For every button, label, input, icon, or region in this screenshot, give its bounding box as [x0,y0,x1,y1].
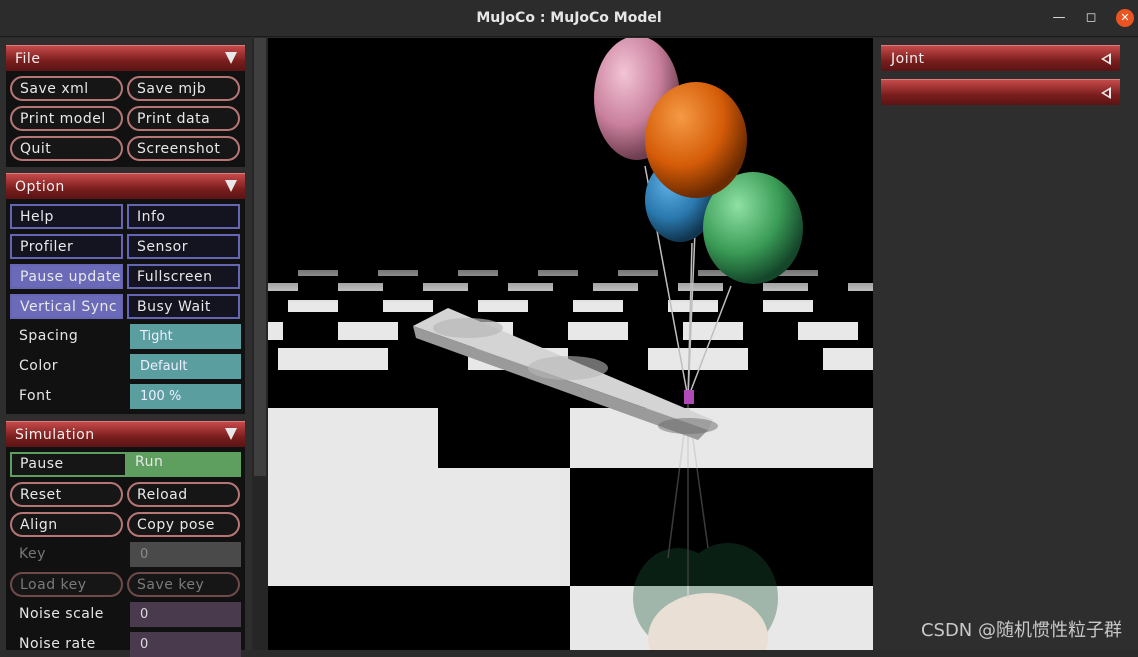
align-button[interactable]: Align [10,512,123,537]
left-ui-panel: File Save xml Save mjb Print model Print… [0,38,252,650]
orange-balloon [645,82,747,198]
font-select[interactable]: 100 % [130,384,241,409]
file-section-header[interactable]: File [6,45,245,71]
maximize-icon[interactable]: ◻ [1082,9,1100,27]
right-ui-panel: Joint [873,38,1138,650]
quit-button[interactable]: Quit [10,136,123,161]
reload-button[interactable]: Reload [127,482,240,507]
pause-radio[interactable]: Pause [10,452,127,477]
3d-viewport[interactable] [268,38,873,650]
watermark-text: CSDN @随机惯性粒子群 [921,616,1122,642]
save-key-button[interactable]: Save key [127,572,240,597]
joint-section-title: Joint [891,51,924,67]
key-label: Key [19,542,46,567]
scene-render [268,38,873,650]
noise-scale-slider[interactable]: 0 [130,602,241,627]
simulation-section-header[interactable]: Simulation [6,421,245,447]
help-toggle[interactable]: Help [10,204,123,229]
spacing-select[interactable]: Tight [130,324,241,349]
balloons [594,38,803,284]
noise-rate-label: Noise rate [19,632,96,657]
busy-wait-toggle[interactable]: Busy Wait [127,294,240,319]
spacing-label: Spacing [19,324,78,349]
noise-scale-label: Noise scale [19,602,104,627]
vertical-sync-toggle[interactable]: Vertical Sync [10,294,123,319]
joint-section-header[interactable]: Joint [881,45,1120,71]
key-slider[interactable]: 0 [130,542,241,567]
checker-floor [268,263,873,650]
minimize-icon[interactable]: — [1050,9,1068,27]
info-toggle[interactable]: Info [127,204,240,229]
option-section: Option Help Info Profiler Sensor Pause u… [6,173,245,414]
control-section-header[interactable] [881,79,1120,105]
save-xml-button[interactable]: Save xml [10,76,123,101]
anchor-weight [684,390,694,404]
screenshot-button[interactable]: Screenshot [127,136,240,161]
print-data-button[interactable]: Print data [127,106,240,131]
print-model-button[interactable]: Print model [10,106,123,131]
collapse-triangle-icon [225,52,237,64]
font-label: Font [19,384,51,409]
run-radio[interactable]: Run [127,452,241,477]
save-mjb-button[interactable]: Save mjb [127,76,240,101]
collapse-triangle-icon [225,180,237,192]
scrollbar-thumb[interactable] [254,38,266,476]
load-key-button[interactable]: Load key [10,572,123,597]
color-label: Color [19,354,58,379]
option-section-header[interactable]: Option [6,173,245,199]
noise-rate-slider[interactable]: 0 [130,632,241,657]
tilted-slab [413,308,718,440]
fullscreen-toggle[interactable]: Fullscreen [127,264,240,289]
collapse-triangle-icon [225,428,237,440]
pause-update-toggle[interactable]: Pause update [10,264,123,289]
simulation-section-title: Simulation [15,427,95,443]
reset-button[interactable]: Reset [10,482,123,507]
copy-pose-button[interactable]: Copy pose [127,512,240,537]
window-title: MuJoCo : MuJoCo Model [0,10,1138,26]
simulation-section: Simulation Pause Run Reset Reload Align … [6,421,245,650]
window-titlebar: MuJoCo : MuJoCo Model — ◻ ✕ [0,0,1138,37]
color-select[interactable]: Default [130,354,241,379]
close-icon[interactable]: ✕ [1116,9,1134,27]
option-section-title: Option [15,179,65,195]
file-section: File Save xml Save mjb Print model Print… [6,45,245,167]
profiler-toggle[interactable]: Profiler [10,234,123,259]
expand-triangle-icon [1101,87,1111,99]
expand-triangle-icon [1101,53,1111,65]
sensor-toggle[interactable]: Sensor [127,234,240,259]
file-section-title: File [15,51,40,67]
